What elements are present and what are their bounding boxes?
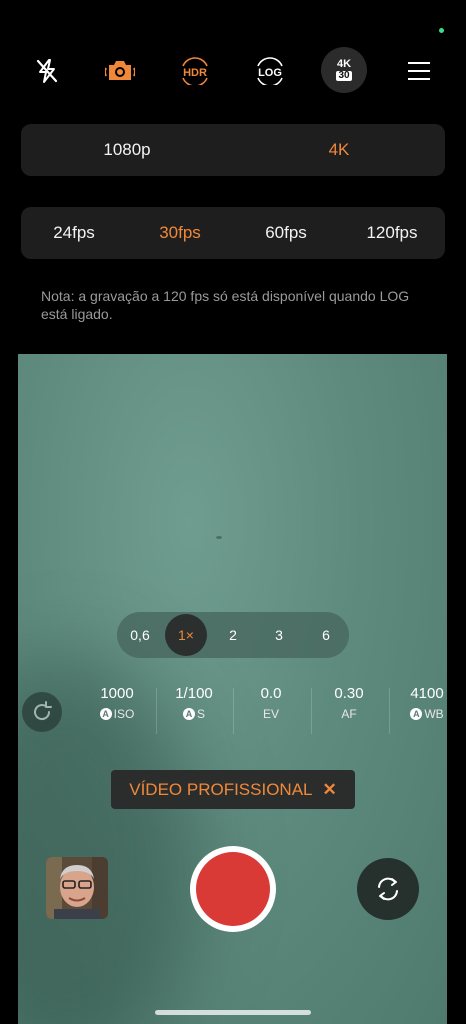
param-af-label: AF (341, 707, 357, 721)
fps-option-30[interactable]: 30fps (127, 223, 233, 243)
zoom-level-1x[interactable]: 1× (165, 614, 207, 656)
zoom-level-3[interactable]: 3 (259, 612, 299, 658)
zoom-level-0-6[interactable]: 0,6 (120, 612, 160, 658)
top-toolbar: HDR LOG 4K 30 (0, 40, 466, 100)
param-shutter-label: S (196, 707, 205, 721)
param-iso-value: 1000 (100, 685, 134, 702)
home-indicator[interactable] (155, 1010, 311, 1015)
param-iso[interactable]: 1000 A ISO (78, 684, 156, 724)
pro-params-row: 1000 A ISO 1/100 AS 0.0 EV 0.30 AF 4100 A… (78, 684, 466, 736)
param-ev[interactable]: 0.0 EV (232, 684, 310, 724)
close-icon[interactable]: ✕ (323, 780, 337, 800)
refresh-icon (34, 701, 52, 721)
hdr-icon[interactable]: HDR (173, 49, 217, 93)
param-ev-value: 0.0 (260, 685, 282, 702)
zoom-level-6[interactable]: 6 (306, 612, 346, 658)
log-icon[interactable]: LOG (248, 49, 292, 93)
res-badge-resolution: 4K (336, 58, 352, 70)
switch-camera-button[interactable] (357, 858, 419, 920)
param-wb-label: WB (424, 707, 444, 721)
fps-option-60[interactable]: 60fps (233, 223, 339, 243)
fps-option-24[interactable]: 24fps (21, 223, 127, 243)
res-badge-fps: 30 (336, 70, 352, 81)
param-af[interactable]: 0.30 AF (310, 684, 388, 724)
switch-camera-icon (378, 877, 398, 901)
gallery-thumbnail[interactable] (46, 857, 108, 919)
resolution-option-4k[interactable]: 4K (233, 140, 445, 160)
log-label: LOG (258, 67, 282, 79)
param-shutter-value: 1/100 (175, 685, 213, 702)
mode-chip-label: VÍDEO PROFISSIONAL (129, 779, 313, 799)
param-shutter[interactable]: 1/100 AS (155, 684, 233, 724)
fps-note-text: Nota: a gravação a 120 fps só está dispo… (41, 288, 410, 322)
record-button[interactable] (190, 846, 276, 932)
camera-icon[interactable] (98, 49, 142, 93)
fps-option-120[interactable]: 120fps (339, 223, 445, 243)
hdr-label: HDR (183, 67, 207, 79)
flash-off-icon[interactable] (25, 49, 69, 93)
hamburger-menu-icon[interactable] (397, 49, 441, 93)
param-wb-value: 4100 (410, 685, 444, 702)
param-iso-label: ISO (113, 707, 135, 721)
param-wb[interactable]: 4100 A WB (388, 684, 466, 724)
reset-params-button[interactable] (22, 692, 62, 732)
resolution-selector: 1080p 4K (21, 124, 445, 176)
resolution-option-1080p[interactable]: 1080p (21, 140, 233, 160)
auto-badge: A (99, 708, 112, 720)
fps-selector: 24fps 30fps 60fps 120fps (21, 207, 445, 259)
pro-video-mode-chip[interactable]: VÍDEO PROFISSIONAL ✕ (111, 770, 355, 809)
zoom-level-2[interactable]: 2 (213, 612, 253, 658)
auto-badge: A (182, 708, 195, 720)
auto-badge: A (410, 708, 423, 720)
viewfinder-speck (216, 536, 222, 539)
zoom-selector: 0,6 1× 2 3 6 (117, 612, 349, 658)
record-button-inner (196, 852, 270, 926)
param-ev-label: EV (262, 707, 279, 721)
param-af-value: 0.30 (334, 685, 364, 702)
resolution-fps-badge[interactable]: 4K 30 (321, 47, 367, 93)
status-indicator-dot (439, 28, 444, 33)
